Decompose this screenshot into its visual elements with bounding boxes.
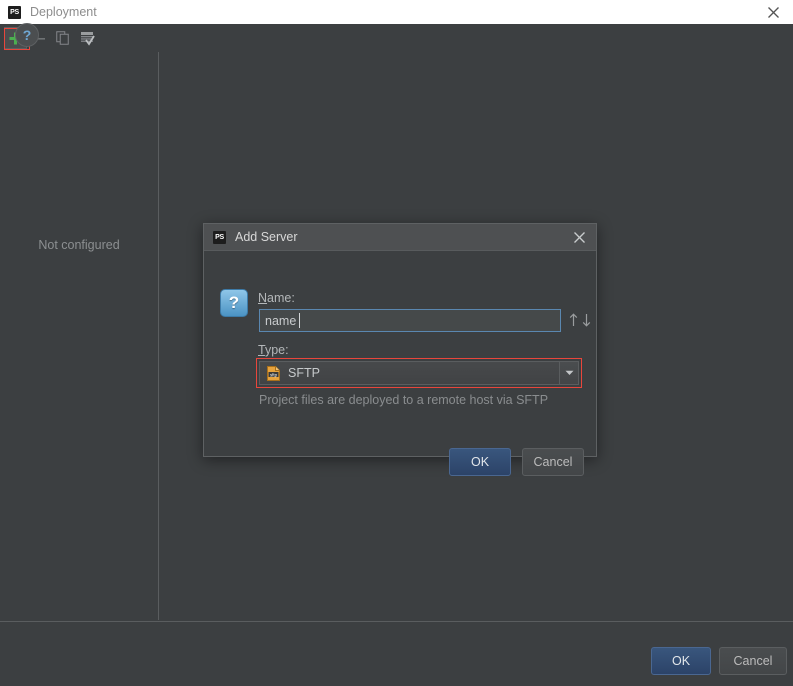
set-default-button[interactable] (75, 27, 99, 49)
svg-text:sftp: sftp (270, 372, 278, 377)
type-dropdown[interactable]: sftp SFTP (259, 361, 579, 385)
arrow-up-icon[interactable] (569, 313, 578, 327)
type-dropdown-value: SFTP (288, 366, 320, 380)
help-icon[interactable]: ? (220, 289, 248, 317)
dialog-titlebar: PS Add Server (204, 224, 596, 251)
text-caret (299, 313, 300, 328)
chevron-down-icon[interactable] (559, 362, 578, 384)
chevron-down-glyph (565, 370, 573, 375)
app-logo-icon: PS (8, 5, 21, 19)
copy-server-button[interactable] (51, 27, 75, 49)
dialog-ok-button[interactable]: OK (449, 448, 511, 476)
set-default-icon (80, 31, 95, 46)
ok-button[interactable]: OK (651, 647, 711, 675)
add-server-dialog: PS Add Server ? Name: Type: (203, 223, 597, 476)
dialog-close-icon[interactable] (564, 224, 594, 251)
close-glyph (767, 6, 779, 18)
type-hint-text: Project files are deployed to a remote h… (259, 393, 549, 407)
dialog-app-logo-icon: PS (213, 230, 226, 244)
type-label-rest: ype: (264, 343, 289, 357)
name-label: Name: (258, 291, 295, 305)
name-sort-controls[interactable] (569, 311, 595, 329)
type-label-mnemonic: T (258, 343, 265, 357)
type-label: Type: (258, 343, 289, 357)
help-button[interactable]: ? (15, 23, 39, 47)
window-titlebar: PS Deployment (0, 0, 793, 24)
close-icon[interactable] (753, 0, 793, 24)
dialog-cancel-button[interactable]: Cancel (522, 448, 584, 476)
name-input[interactable] (259, 309, 561, 332)
dialog-title: Add Server (235, 230, 298, 244)
sftp-icon: sftp (267, 365, 280, 381)
dialog-body: ? Name: Type: sftp SFTP (204, 251, 596, 476)
arrow-down-icon[interactable] (582, 313, 591, 327)
window-title: Deployment (30, 5, 97, 19)
cancel-button[interactable]: Cancel (719, 647, 787, 675)
name-label-mnemonic: N (258, 291, 268, 305)
name-label-rest: ame: (267, 291, 295, 305)
empty-state-label: Not configured (38, 238, 120, 252)
copy-icon (56, 31, 69, 45)
dialog-close-glyph (573, 232, 585, 243)
server-list-panel[interactable]: Not configured (0, 52, 159, 620)
